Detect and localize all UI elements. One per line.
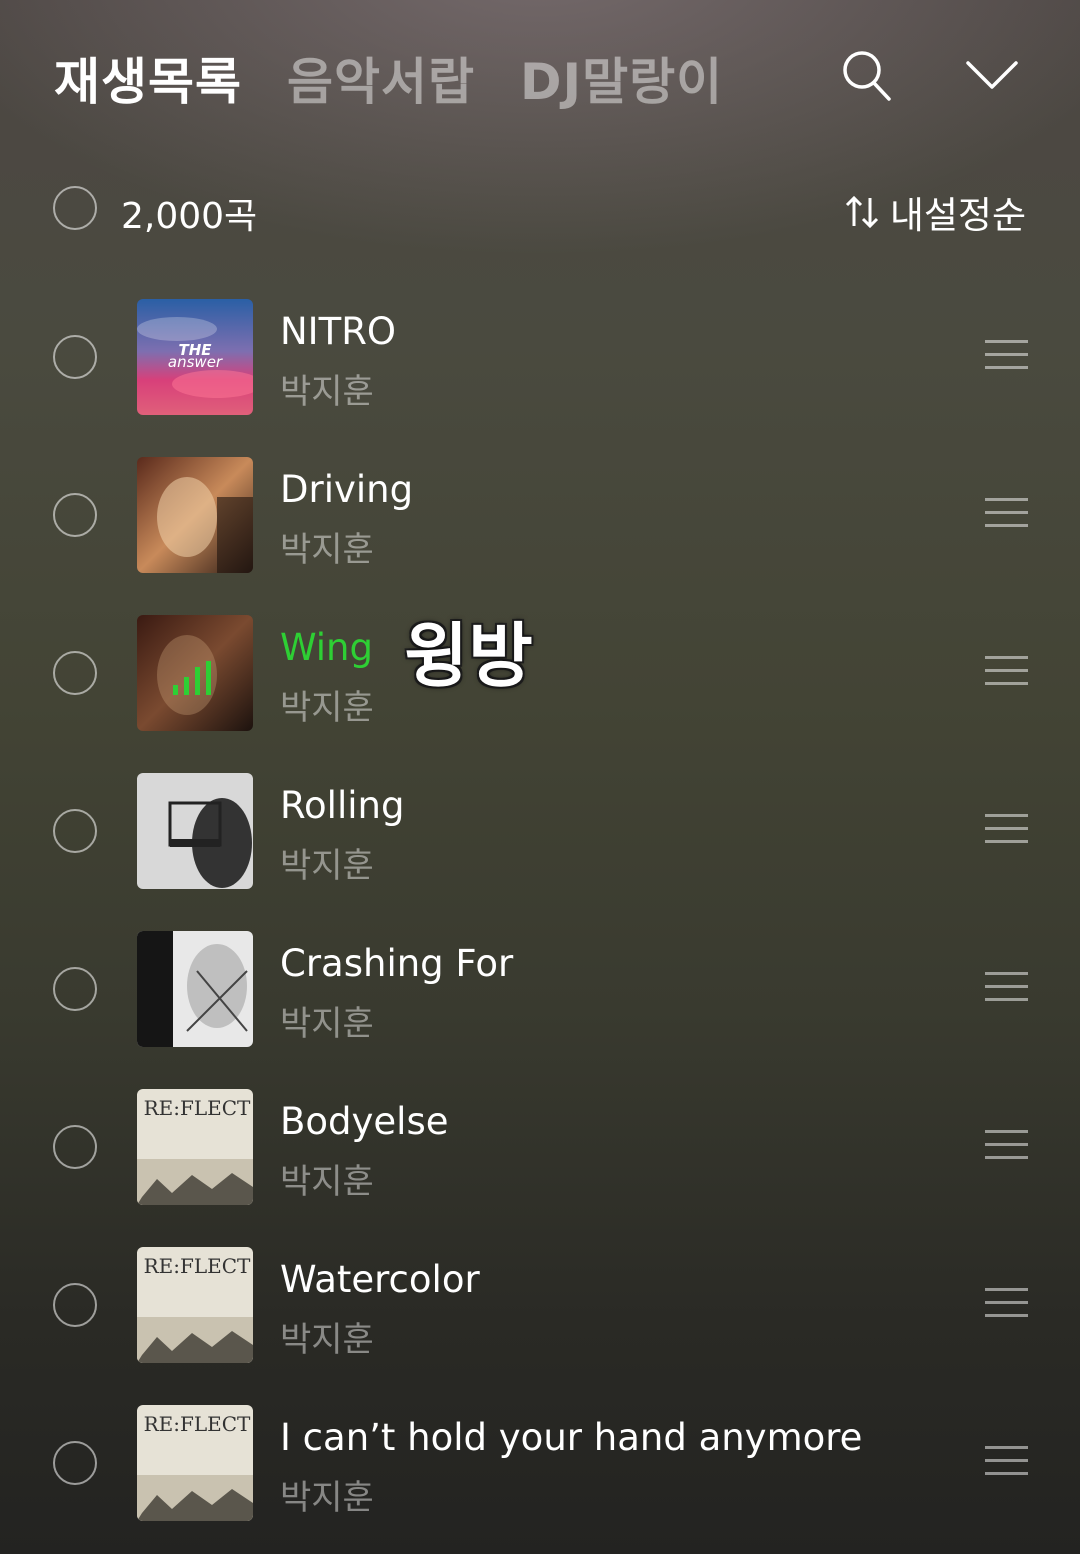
song-select-checkbox[interactable] (53, 967, 97, 1011)
album-art: THE answer (137, 299, 253, 415)
album-art (137, 931, 253, 1047)
song-select-checkbox[interactable] (53, 651, 97, 695)
song-title: Rolling (280, 784, 405, 827)
song-select-checkbox[interactable] (53, 809, 97, 853)
album-art: RE:FLECT (137, 1089, 253, 1205)
song-row[interactable]: RE:FLECT I can’t hold your hand anymore … (0, 1384, 1080, 1542)
song-artist: 박지훈 (280, 1004, 374, 1044)
drag-handle-icon[interactable] (985, 1130, 1028, 1164)
song-title: I can’t hold your hand anymore (280, 1416, 863, 1459)
song-row[interactable]: Crashing For 박지훈 (0, 910, 1080, 1068)
song-title: NITRO (280, 310, 397, 353)
album-art (137, 615, 253, 731)
sort-arrows-icon (845, 195, 878, 229)
drag-handle-icon[interactable] (985, 498, 1028, 532)
song-select-checkbox[interactable] (53, 1441, 97, 1485)
overlay-caption: 윙방 (404, 615, 533, 697)
svg-text:RE:FLECT: RE:FLECT (144, 1412, 251, 1436)
song-select-checkbox[interactable] (53, 335, 97, 379)
song-select-checkbox[interactable] (53, 1283, 97, 1327)
drag-handle-icon[interactable] (985, 814, 1028, 848)
collapse-button[interactable] (962, 45, 1022, 105)
now-playing-equalizer-icon (173, 661, 219, 695)
album-art (137, 773, 253, 889)
svg-text:RE:FLECT: RE:FLECT (144, 1254, 251, 1278)
song-title: Watercolor (280, 1258, 480, 1301)
song-title: Crashing For (280, 942, 514, 985)
chevron-down-icon (966, 61, 1018, 89)
sort-button[interactable]: 내설정순 (844, 185, 1026, 239)
album-art (137, 457, 253, 573)
song-artist: 박지훈 (280, 1478, 374, 1518)
search-button[interactable] (836, 45, 896, 105)
song-artist: 박지훈 (280, 530, 374, 570)
song-artist: 박지훈 (280, 1320, 374, 1360)
drag-handle-icon[interactable] (985, 656, 1028, 690)
song-artist: 박지훈 (280, 688, 374, 728)
song-title: Bodyelse (280, 1100, 449, 1143)
top-bar: 재생목록 음악서랍 DJ말랑이 (0, 0, 1080, 150)
song-artist: 박지훈 (280, 846, 374, 886)
song-artist: 박지훈 (280, 1162, 374, 1202)
drag-handle-icon[interactable] (985, 340, 1028, 374)
song-row[interactable]: THE answer NITRO 박지훈 (0, 278, 1080, 436)
song-row[interactable]: Driving 박지훈 (0, 436, 1080, 594)
drag-handle-icon[interactable] (985, 1288, 1028, 1322)
playlist-summary: 2,000곡 내설정순 (0, 175, 1080, 245)
tab-dj-malangi[interactable]: DJ말랑이 (520, 42, 723, 114)
song-title: Wing (280, 626, 373, 669)
search-icon (843, 51, 891, 101)
tab-playlist[interactable]: 재생목록 (54, 42, 242, 114)
tab-music-drawer[interactable]: 음악서랍 (287, 42, 475, 114)
svg-text:RE:FLECT: RE:FLECT (144, 1096, 251, 1120)
song-artist: 박지훈 (280, 372, 374, 412)
song-row[interactable]: RE:FLECT Bodyelse 박지훈 (0, 1068, 1080, 1226)
svg-text:answer: answer (168, 353, 223, 371)
album-art: RE:FLECT (137, 1405, 253, 1521)
song-select-checkbox[interactable] (53, 1125, 97, 1169)
song-row[interactable]: RE:FLECT Watercolor 박지훈 (0, 1226, 1080, 1384)
select-all-checkbox[interactable] (53, 186, 97, 230)
song-row[interactable]: Rolling 박지훈 (0, 752, 1080, 910)
song-title: Driving (280, 468, 414, 511)
drag-handle-icon[interactable] (985, 1446, 1028, 1480)
drag-handle-icon[interactable] (985, 972, 1028, 1006)
song-select-checkbox[interactable] (53, 493, 97, 537)
album-art: RE:FLECT (137, 1247, 253, 1363)
sort-label: 내설정순 (889, 194, 1026, 237)
song-row-playing[interactable]: Wing 박지훈 (0, 594, 1080, 752)
song-count: 2,000곡 (121, 196, 258, 237)
